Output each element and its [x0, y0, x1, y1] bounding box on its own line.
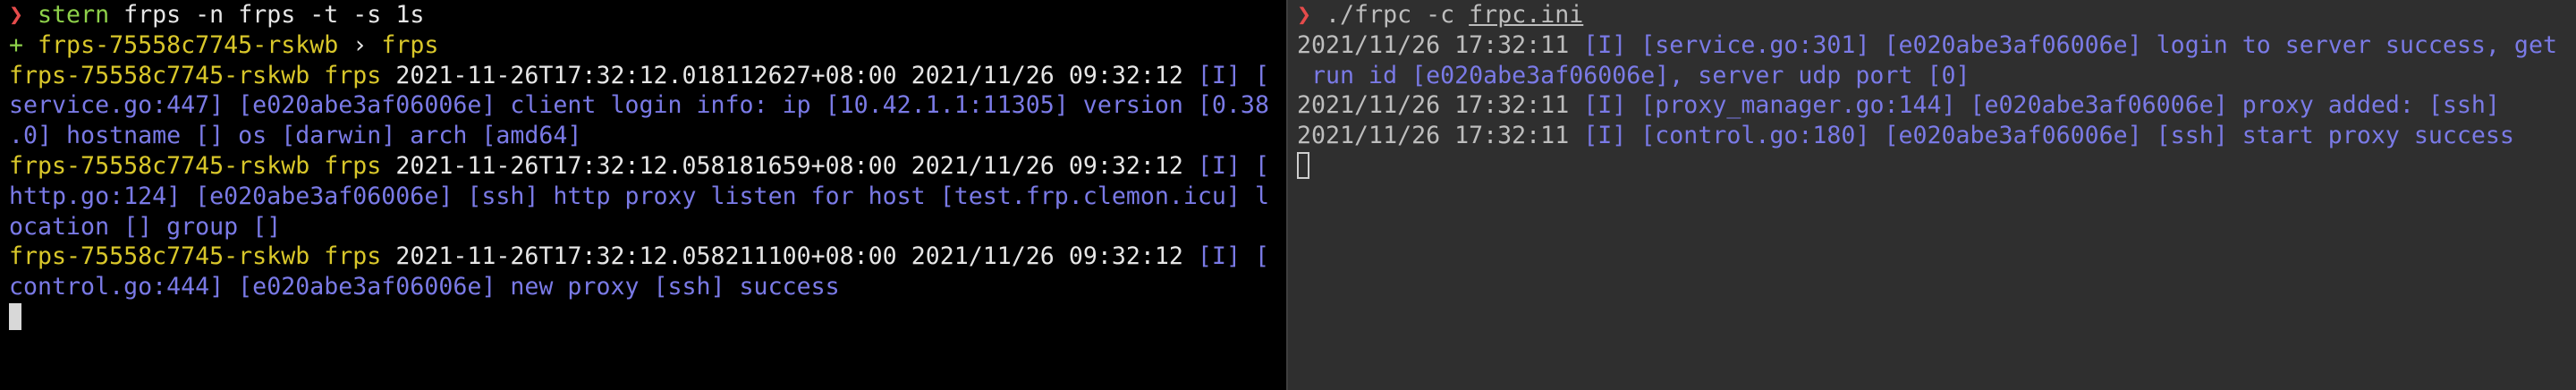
log-entry: 2021/11/26 17:32:11 [I] [service.go:301]… — [1297, 30, 2567, 91]
cursor-line — [9, 302, 1277, 333]
log-message: [I] [proxy_manager.go:144] [e020abe3af06… — [1583, 91, 2500, 120]
log-pod: frps-75558c7745-rskwb — [9, 61, 310, 89]
text-cursor — [9, 302, 21, 330]
log-message: [I] [service.go:301] [e020abe3af06006e] … — [1583, 30, 2557, 59]
left-terminal-pane[interactable]: ❯ stern frps -n frps -t -s 1s + frps-755… — [0, 0, 1286, 390]
right-terminal-pane[interactable]: ❯ ./frpc -c frpc.ini 2021/11/26 17:32:11… — [1288, 0, 2576, 390]
container-name: frps — [381, 30, 439, 59]
log-pod: frps-75558c7745-rskwb — [9, 242, 310, 271]
log-entry: frps-75558c7745-rskwb frps 2021-11-26T17… — [9, 151, 1277, 242]
log-message-continued: run id [e020abe3af06006e], server udp po… — [1297, 61, 1970, 89]
log-message: [I] [ — [1197, 151, 1269, 180]
prompt-line: ❯ ./frpc -c frpc.ini — [1297, 0, 2567, 30]
command-program: stern — [38, 1, 110, 29]
log-entry: 2021/11/26 17:32:11 [I] [proxy_manager.g… — [1297, 90, 2567, 121]
command-args: frps -n frps -t -s 1s — [123, 1, 425, 29]
log-timestamp: 2021/11/26 17:32:11 — [1297, 30, 1570, 59]
log-message-continued: service.go:447] [e020abe3af06006e] clien… — [9, 91, 1269, 120]
cursor-line — [1297, 151, 2567, 182]
log-message: [I] [ — [1197, 242, 1269, 271]
log-message-continued: ocation [] group [] — [9, 212, 282, 241]
log-entry: frps-75558c7745-rskwb frps 2021-11-26T17… — [9, 61, 1277, 151]
text-cursor — [1297, 151, 1309, 179]
prompt-chevron-icon: ❯ — [1297, 1, 1312, 29]
log-message-continued: .0] hostname [] os [darwin] arch [amd64] — [9, 122, 582, 150]
log-timestamp: 2021/11/26 17:32:11 — [1297, 91, 1570, 120]
added-marker: + — [9, 30, 24, 59]
log-message: [I] [ — [1197, 61, 1269, 89]
command-flag: -c — [1426, 1, 1455, 29]
command-program: ./frpc — [1326, 1, 1412, 29]
log-timestamp: 2021-11-26T17:32:12.058211100+08:00 2021… — [395, 242, 1183, 271]
log-container: frps — [324, 151, 382, 180]
prompt-chevron-icon: ❯ — [9, 1, 24, 29]
log-message-continued: control.go:444] [e020abe3af06006e] new p… — [9, 273, 840, 301]
log-entry: 2021/11/26 17:32:11 [I] [control.go:180]… — [1297, 121, 2567, 151]
log-container: frps — [324, 242, 382, 271]
arrow-icon: › — [352, 30, 368, 59]
pod-name: frps-75558c7745-rskwb — [38, 30, 339, 59]
log-entry: frps-75558c7745-rskwb frps 2021-11-26T17… — [9, 242, 1277, 302]
log-timestamp: 2021-11-26T17:32:12.018112627+08:00 2021… — [395, 61, 1183, 89]
prompt-line: ❯ stern frps -n frps -t -s 1s — [9, 0, 1277, 30]
log-message-continued: http.go:124] [e020abe3af06006e] [ssh] ht… — [9, 182, 1269, 210]
stern-header-line: + frps-75558c7745-rskwb › frps — [9, 30, 1277, 61]
log-timestamp: 2021-11-26T17:32:12.058181659+08:00 2021… — [395, 151, 1183, 180]
log-timestamp: 2021/11/26 17:32:11 — [1297, 122, 1570, 150]
log-pod: frps-75558c7745-rskwb — [9, 151, 310, 180]
log-message: [I] [control.go:180] [e020abe3af06006e] … — [1583, 122, 2514, 150]
command-file: frpc.ini — [1469, 1, 1584, 29]
log-container: frps — [324, 61, 382, 89]
